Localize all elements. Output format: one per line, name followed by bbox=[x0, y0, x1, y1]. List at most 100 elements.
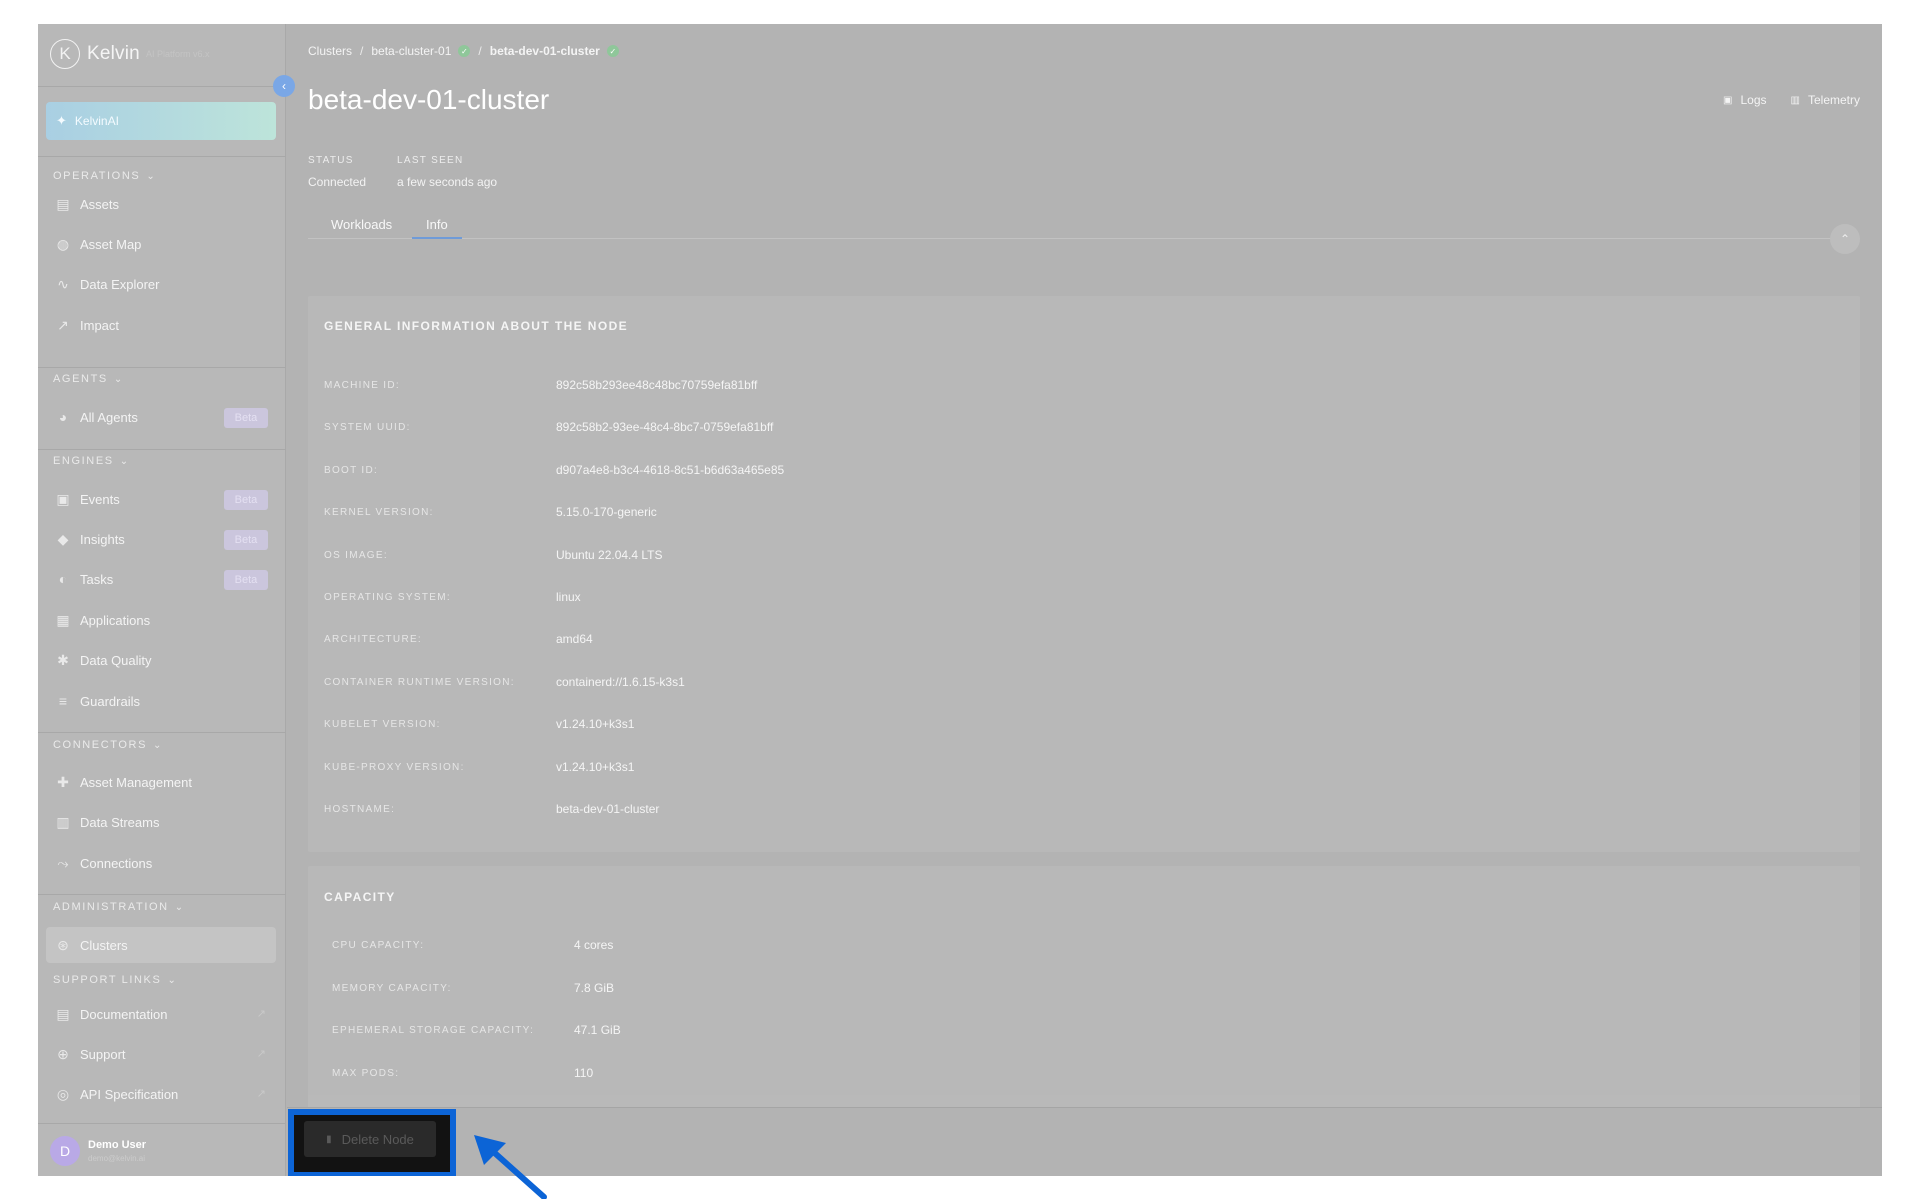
breadcrumb: Clusters / beta-cluster-01 ✓ / beta-dev-… bbox=[308, 44, 619, 58]
section-administration[interactable]: ADMINISTRATION ⌄ bbox=[53, 901, 185, 913]
chevron-down-icon: ⌄ bbox=[113, 374, 124, 385]
sidebar-divider bbox=[38, 732, 286, 733]
sidebar-item-connections[interactable]: ⤳ Connections bbox=[46, 845, 276, 881]
barrier-icon: ≡ bbox=[58, 693, 68, 709]
agent-icon: ◕ bbox=[58, 409, 68, 425]
telemetry-button[interactable]: ▥ Telemetry bbox=[1791, 93, 1860, 107]
section-engines[interactable]: ENGINES ⌄ bbox=[53, 455, 130, 467]
info-row-value: 5.15.0-170-generic bbox=[556, 505, 657, 519]
sidebar-collapse-button[interactable]: ‹ bbox=[273, 75, 295, 97]
user-menu[interactable]: D Demo User demo@kelvin.ai bbox=[50, 1136, 146, 1166]
chevron-left-icon: ‹ bbox=[282, 79, 286, 93]
info-row-value: v1.24.10+k3s1 bbox=[556, 760, 635, 774]
sidebar-item-assets[interactable]: ▤ Assets bbox=[46, 186, 276, 222]
info-row-value: containerd://1.6.15-k3s1 bbox=[556, 675, 685, 689]
breadcrumb-cluster[interactable]: beta-cluster-01 bbox=[371, 44, 451, 58]
sidebar-divider bbox=[38, 894, 286, 895]
capacity-row-value: 4 cores bbox=[574, 938, 614, 952]
breadcrumb-separator: / bbox=[360, 44, 364, 58]
sidebar-item-impact[interactable]: ↗ Impact bbox=[46, 307, 276, 343]
annotation-arrow-icon bbox=[474, 1135, 547, 1199]
connection-icon: ⤳ bbox=[57, 854, 69, 871]
breadcrumb-clusters[interactable]: Clusters bbox=[308, 44, 352, 58]
sidebar-item-asset-map[interactable]: ◍ Asset Map bbox=[46, 226, 276, 262]
sidebar-item-documentation[interactable]: ▤ Documentation ↗ bbox=[46, 996, 276, 1032]
sidebar-item-applications[interactable]: ▦ Applications bbox=[46, 602, 276, 638]
sidebar-item-tasks[interactable]: ◐ Tasks Beta bbox=[46, 561, 276, 597]
sidebar: K Kelvin AI Platform v6.x ✦ KelvinAI OPE… bbox=[38, 24, 286, 1176]
info-row-value: Ubuntu 22.04.4 LTS bbox=[556, 548, 663, 562]
sidebar-item-data-quality[interactable]: ✱ Data Quality bbox=[46, 642, 276, 678]
section-label: ENGINES bbox=[53, 455, 114, 467]
section-connectors[interactable]: CONNECTORS ⌄ bbox=[53, 739, 163, 751]
capacity-row-value: 110 bbox=[574, 1066, 594, 1080]
capacity-row-label: MEMORY CAPACITY: bbox=[332, 983, 452, 994]
last-seen-value: a few seconds ago bbox=[397, 175, 498, 189]
info-row-value: 892c58b293ee48c48bc70759efa81bff bbox=[556, 378, 758, 392]
check-circle-icon: ✓ bbox=[606, 45, 619, 57]
section-agents[interactable]: AGENTS ⌄ bbox=[53, 373, 124, 385]
tab-workloads[interactable]: Workloads bbox=[331, 217, 392, 239]
sidebar-item-label: Asset Map bbox=[80, 236, 142, 252]
info-row-label: SYSTEM UUID: bbox=[324, 422, 411, 433]
info-row-label: BOOT ID: bbox=[324, 465, 379, 476]
app-window: K Kelvin AI Platform v6.x ✦ KelvinAI OPE… bbox=[38, 24, 1882, 1176]
sidebar-divider bbox=[38, 367, 286, 368]
sidebar-item-insights[interactable]: ◆ Insights Beta bbox=[46, 521, 276, 557]
bar-chart-icon: ▥ bbox=[56, 813, 70, 830]
beta-badge: Beta bbox=[224, 408, 268, 428]
sidebar-item-events[interactable]: ▣ Events Beta bbox=[46, 481, 276, 517]
gear-icon: ✱ bbox=[57, 651, 69, 668]
sidebar-item-clusters[interactable]: ⊛ Clusters bbox=[46, 927, 276, 963]
info-row-value: 892c58b2-93ee-48c4-8bc7-0759efa81bff bbox=[556, 420, 774, 434]
sparkle-icon: ✦ bbox=[56, 113, 67, 128]
sidebar-item-api-specification[interactable]: ◎ API Specification ↗ bbox=[46, 1076, 276, 1112]
chevron-up-icon: ⌃ bbox=[1839, 232, 1851, 246]
capacity-row-value: 47.1 GiB bbox=[574, 1023, 621, 1037]
tab-info[interactable]: Info bbox=[412, 217, 462, 239]
collapse-section-button[interactable]: ⌃ bbox=[1830, 224, 1860, 254]
general-info-title: GENERAL INFORMATION ABOUT THE NODE bbox=[324, 319, 629, 333]
page-actions: ▣ Logs ▥ Telemetry bbox=[1699, 93, 1860, 107]
info-row-value: v1.24.10+k3s1 bbox=[556, 717, 635, 731]
sidebar-item-asset-management[interactable]: ✚ Asset Management bbox=[46, 764, 276, 800]
capacity-title: CAPACITY bbox=[324, 890, 396, 904]
sidebar-item-label: Asset Management bbox=[80, 774, 193, 790]
sidebar-item-label: Assets bbox=[80, 196, 120, 212]
check-circle-icon: ✓ bbox=[458, 45, 471, 57]
kelvinai-button[interactable]: ✦ KelvinAI bbox=[46, 102, 276, 140]
section-label: ADMINISTRATION bbox=[53, 901, 169, 913]
sidebar-item-all-agents[interactable]: ◕ All Agents Beta bbox=[46, 399, 276, 435]
document-icon: ▤ bbox=[56, 1005, 70, 1022]
sidebar-item-data-explorer[interactable]: ∿ Data Explorer bbox=[46, 266, 276, 302]
sidebar-item-label: Events bbox=[80, 491, 120, 507]
capacity-row-value: 7.8 GiB bbox=[574, 981, 615, 995]
sidebar-item-label: Tasks bbox=[80, 571, 114, 587]
sidebar-item-label: All Agents bbox=[80, 409, 138, 425]
capacity-row-label: EPHEMERAL STORAGE CAPACITY: bbox=[332, 1025, 535, 1036]
capacity-row-label: MAX PODS: bbox=[332, 1068, 400, 1079]
tag-icon: ◆ bbox=[57, 530, 69, 547]
sidebar-item-support[interactable]: ⊕ Support ↗ bbox=[46, 1036, 276, 1072]
sidebar-item-label: Data Streams bbox=[80, 814, 160, 830]
status-label: STATUS bbox=[308, 155, 354, 166]
logs-label: Logs bbox=[1740, 93, 1767, 107]
delete-node-button[interactable]: ▮ Delete Node bbox=[304, 1121, 436, 1157]
info-row-value: beta-dev-01-cluster bbox=[556, 802, 660, 816]
section-operations[interactable]: OPERATIONS ⌄ bbox=[53, 170, 156, 182]
next-card-edge bbox=[308, 1095, 1860, 1107]
breadcrumb-separator: / bbox=[478, 44, 482, 58]
avatar: D bbox=[50, 1136, 80, 1166]
section-support-links[interactable]: SUPPORT LINKS ⌄ bbox=[53, 974, 177, 986]
sidebar-item-label: Impact bbox=[80, 317, 120, 333]
logo[interactable]: K Kelvin AI Platform v6.x bbox=[50, 38, 209, 70]
info-row-label: OS IMAGE: bbox=[324, 550, 388, 561]
chevron-down-icon: ⌄ bbox=[119, 456, 130, 467]
logs-button[interactable]: ▣ Logs bbox=[1723, 93, 1766, 107]
general-info-card: GENERAL INFORMATION ABOUT THE NODE MACHI… bbox=[308, 296, 1860, 852]
sidebar-item-data-streams[interactable]: ▥ Data Streams bbox=[46, 804, 276, 840]
info-row-label: MACHINE ID: bbox=[324, 380, 400, 391]
assets-icon: ▤ bbox=[56, 195, 70, 212]
info-row-label: KERNEL VERSION: bbox=[324, 507, 434, 518]
sidebar-item-guardrails[interactable]: ≡ Guardrails bbox=[46, 683, 276, 719]
